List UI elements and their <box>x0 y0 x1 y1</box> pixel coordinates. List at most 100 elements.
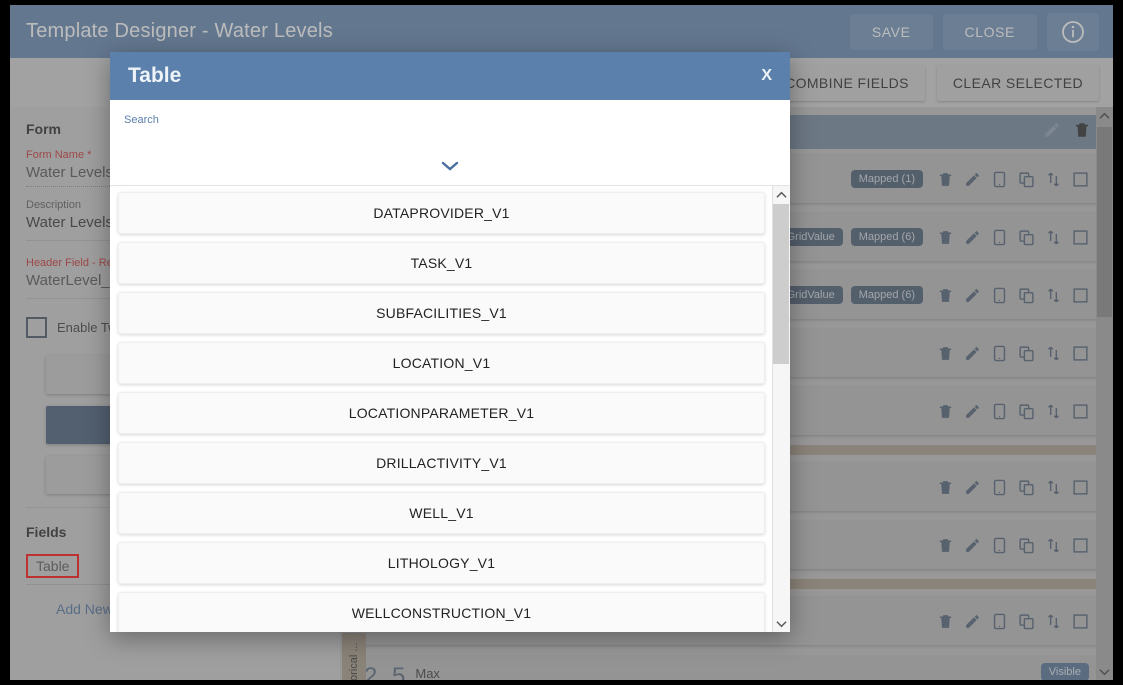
mobile-preview-icon[interactable] <box>991 537 1008 554</box>
group-delete-icon[interactable] <box>1073 121 1091 144</box>
select-checkbox-icon[interactable] <box>1072 479 1089 496</box>
table-row-tail[interactable]: 2 5 Max Visible <box>350 655 1103 680</box>
copy-icon[interactable] <box>1018 403 1035 420</box>
delete-icon[interactable] <box>937 229 954 246</box>
edit-icon[interactable] <box>964 287 981 304</box>
scroll-down-arrow[interactable] <box>1096 663 1113 680</box>
delete-icon[interactable] <box>937 537 954 554</box>
tail-max-label: Max <box>415 666 440 680</box>
reorder-icon[interactable] <box>1045 403 1062 420</box>
reorder-icon[interactable] <box>1045 537 1062 554</box>
checkbox-icon[interactable] <box>26 317 47 338</box>
scroll-up-arrow[interactable] <box>1096 107 1113 124</box>
row-actions <box>937 613 1089 630</box>
select-checkbox-icon[interactable] <box>1072 171 1089 188</box>
edit-icon[interactable] <box>964 403 981 420</box>
edit-icon[interactable] <box>964 537 981 554</box>
copy-icon[interactable] <box>1018 537 1035 554</box>
dialog-list-scrollbar[interactable] <box>772 186 790 632</box>
row-actions <box>937 479 1089 496</box>
select-checkbox-icon[interactable] <box>1072 403 1089 420</box>
row-actions <box>937 403 1089 420</box>
row-actions <box>937 345 1089 362</box>
list-item[interactable]: TASK_V1 <box>118 242 765 284</box>
copy-icon[interactable] <box>1018 229 1035 246</box>
search-input[interactable] <box>124 130 776 155</box>
delete-icon[interactable] <box>937 345 954 362</box>
reorder-icon[interactable] <box>1045 479 1062 496</box>
reorder-icon[interactable] <box>1045 171 1062 188</box>
group-side-tab[interactable]: orical ... <box>342 633 366 680</box>
mobile-preview-icon[interactable] <box>991 287 1008 304</box>
visible-badge: Visible <box>1040 663 1089 680</box>
edit-icon[interactable] <box>964 613 981 630</box>
info-button[interactable] <box>1047 12 1099 51</box>
combine-fields-button[interactable]: COMBINE FIELDS <box>769 64 925 101</box>
scroll-down-arrow[interactable] <box>773 615 790 632</box>
selected-field-table[interactable]: Table <box>26 554 80 578</box>
copy-icon[interactable] <box>1018 287 1035 304</box>
delete-icon[interactable] <box>937 171 954 188</box>
table-picker-dialog: Table X Search DATAPROVIDER_V1 TASK_V1 S… <box>110 52 790 632</box>
list-item[interactable]: LOCATION_V1 <box>118 342 765 384</box>
status-badge: Mapped (1) <box>850 170 923 188</box>
reorder-icon[interactable] <box>1045 345 1062 362</box>
select-checkbox-icon[interactable] <box>1072 287 1089 304</box>
copy-icon[interactable] <box>1018 613 1035 630</box>
reorder-icon[interactable] <box>1045 287 1062 304</box>
search-label: Search <box>124 114 159 126</box>
close-icon[interactable]: X <box>761 67 772 85</box>
row-chips: Mapped (1) <box>850 170 923 188</box>
row-actions <box>937 537 1089 554</box>
dialog-header: Table X <box>110 52 790 100</box>
mobile-preview-icon[interactable] <box>991 345 1008 362</box>
delete-icon[interactable] <box>937 287 954 304</box>
list-item[interactable]: LOCATIONPARAMETER_V1 <box>118 392 765 434</box>
select-checkbox-icon[interactable] <box>1072 537 1089 554</box>
dialog-scrollbar-thumb[interactable] <box>773 204 789 364</box>
delete-icon[interactable] <box>937 403 954 420</box>
row-actions <box>937 171 1089 188</box>
title-bar: Template Designer - Water Levels SAVE CL… <box>10 5 1113 58</box>
edit-icon[interactable] <box>964 479 981 496</box>
list-item[interactable]: WELL_V1 <box>118 492 765 534</box>
list-item[interactable]: SUBFACILITIES_V1 <box>118 292 765 334</box>
dialog-title: Table <box>128 64 182 87</box>
reorder-icon[interactable] <box>1045 613 1062 630</box>
copy-icon[interactable] <box>1018 171 1035 188</box>
list-item[interactable]: WELLCONSTRUCTION_V1 <box>118 592 765 632</box>
group-edit-icon[interactable] <box>1043 121 1061 144</box>
list-item[interactable]: DATAPROVIDER_V1 <box>118 192 765 234</box>
expand-toggle[interactable] <box>110 155 790 185</box>
mobile-preview-icon[interactable] <box>991 171 1008 188</box>
mobile-preview-icon[interactable] <box>991 403 1008 420</box>
edit-icon[interactable] <box>964 345 981 362</box>
status-badge: Mapped (6) <box>850 286 923 304</box>
page-scrollbar-thumb[interactable] <box>1097 127 1112 317</box>
close-button[interactable]: CLOSE <box>942 13 1037 50</box>
status-badge: Mapped (6) <box>850 228 923 246</box>
title-bar-actions: SAVE CLOSE <box>849 12 1099 51</box>
edit-icon[interactable] <box>964 171 981 188</box>
select-checkbox-icon[interactable] <box>1072 345 1089 362</box>
list-item[interactable]: DRILLACTIVITY_V1 <box>118 442 765 484</box>
mobile-preview-icon[interactable] <box>991 479 1008 496</box>
chevron-down-icon[interactable] <box>440 159 460 177</box>
reorder-icon[interactable] <box>1045 229 1062 246</box>
list-item[interactable]: LITHOLOGY_V1 <box>118 542 765 584</box>
delete-icon[interactable] <box>937 613 954 630</box>
edit-icon[interactable] <box>964 229 981 246</box>
screenshot-root: Template Designer - Water Levels SAVE CL… <box>0 0 1123 685</box>
mobile-preview-icon[interactable] <box>991 229 1008 246</box>
select-checkbox-icon[interactable] <box>1072 613 1089 630</box>
save-button[interactable]: SAVE <box>849 13 933 50</box>
mobile-preview-icon[interactable] <box>991 613 1008 630</box>
copy-icon[interactable] <box>1018 345 1035 362</box>
select-checkbox-icon[interactable] <box>1072 229 1089 246</box>
delete-icon[interactable] <box>937 479 954 496</box>
page-scrollbar[interactable] <box>1096 107 1113 680</box>
clear-selected-button[interactable]: CLEAR SELECTED <box>936 64 1099 101</box>
scroll-up-arrow[interactable] <box>773 186 790 203</box>
row-actions <box>937 287 1089 304</box>
copy-icon[interactable] <box>1018 479 1035 496</box>
